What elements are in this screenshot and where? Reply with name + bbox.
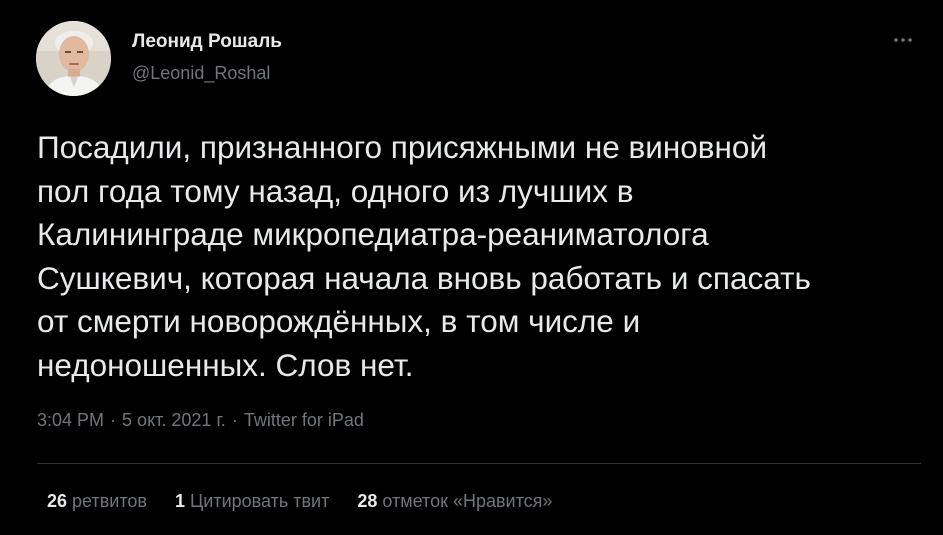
retweets-count: 26: [47, 491, 68, 511]
tweet-time[interactable]: 3:04 PM: [37, 410, 104, 430]
retweets-stat[interactable]: 26 ретвитов: [47, 491, 147, 512]
tweet-source[interactable]: Twitter for iPad: [244, 410, 364, 430]
divider: [37, 463, 921, 464]
tweet-text: Посадили, признанного присяжными не вино…: [37, 126, 917, 387]
likes-label: отметок «Нравится»: [382, 491, 553, 511]
quotes-label: Цитировать твит: [189, 491, 330, 511]
tweet-text-line: Калининграде микропедиатра-реаниматолога: [37, 216, 709, 252]
tweet-text-line: пол года тому назад, одного из лучших в: [37, 172, 634, 209]
tweet-date[interactable]: 5 окт. 2021 г.: [122, 410, 226, 430]
tweet-text-line: Посадили, признанного присяжными не вино…: [37, 129, 768, 165]
author-name[interactable]: Леонид Рошаль: [132, 31, 282, 53]
tweet-text-line: Сушкевич, которая начала вновь работать …: [37, 259, 811, 296]
avatar[interactable]: [36, 21, 111, 96]
author-handle[interactable]: @Leonid_Roshal: [132, 63, 270, 84]
meta-separator: ·: [110, 410, 117, 430]
retweets-label: ретвитов: [72, 491, 147, 511]
more-horizontal-icon: [894, 38, 912, 42]
quotes-count: 1: [174, 491, 185, 511]
tweet-text-line: от смерти новорождённых, в том числе и: [37, 303, 641, 339]
likes-count: 28: [357, 491, 378, 511]
likes-stat[interactable]: 28 отметок «Нравится»: [357, 491, 552, 512]
tweet-metadata: 3:04 PM · 5 окт. 2021 г. · Twitter for iPad: [37, 410, 364, 431]
quotes-stat[interactable]: 1 Цитировать твит: [175, 491, 329, 512]
tweet-card: Леонид Рошаль @Leonid_Roshal Посадили, п…: [0, 0, 943, 535]
tweet-stats: 26 ретвитов 1 Цитировать твит 28 отметок «Н…: [47, 491, 552, 512]
tweet-text-line: недоношенных. Слов нет.: [37, 346, 414, 383]
more-options-button[interactable]: [888, 30, 918, 50]
meta-separator: ·: [231, 410, 238, 430]
avatar-photo: [36, 21, 111, 96]
